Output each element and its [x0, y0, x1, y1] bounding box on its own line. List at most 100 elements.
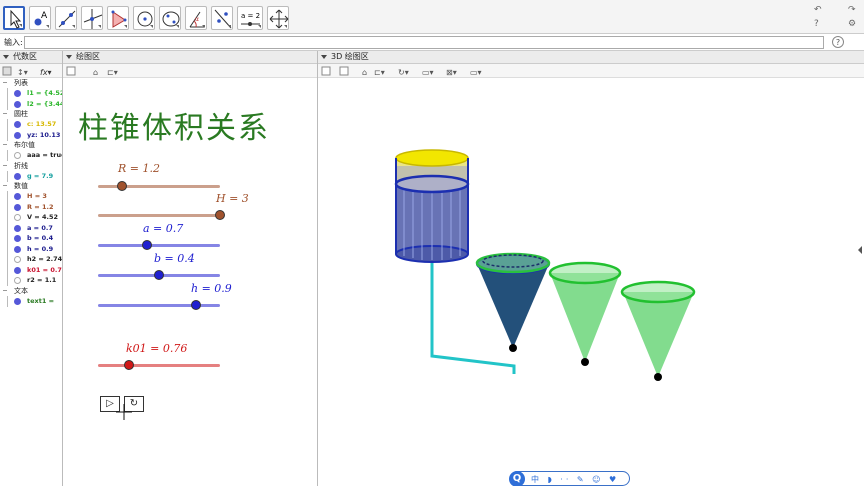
algebra-item[interactable]: V = 4.52: [0, 212, 62, 223]
panel-divider[interactable]: [62, 51, 63, 486]
slider-knob[interactable]: [154, 270, 164, 280]
sort-icon[interactable]: ↕▾: [17, 68, 28, 77]
help-icon[interactable]: ?: [814, 19, 819, 29]
algebra-category[interactable]: 数值: [0, 181, 62, 191]
slider-track[interactable]: [98, 364, 220, 367]
cone-apex-point[interactable]: [654, 373, 662, 381]
graphics3d-canvas[interactable]: [318, 78, 864, 486]
visibility-toggle-icon[interactable]: [14, 203, 21, 211]
home-icon[interactable]: ⌂: [93, 68, 98, 77]
slider-label: H = 3: [216, 192, 249, 205]
algebra-category[interactable]: 列表: [0, 78, 62, 88]
home3d-icon[interactable]: ⌂: [362, 68, 367, 77]
circle-tool-button[interactable]: [133, 6, 155, 30]
algebra-item-text: a = 0.7: [27, 223, 53, 232]
clipping-icon[interactable]: ⊠▾: [446, 68, 457, 77]
algebra-item[interactable]: k01 = 0.76: [0, 264, 62, 275]
visibility-toggle-icon[interactable]: [14, 235, 21, 242]
perpendicular-tool-button[interactable]: [81, 6, 103, 30]
visibility-toggle-icon[interactable]: [14, 172, 21, 180]
slider-track[interactable]: [98, 304, 220, 307]
algebra-category[interactable]: 圆柱: [0, 109, 62, 119]
visibility-toggle-icon[interactable]: [14, 100, 21, 108]
algebra-item[interactable]: H = 3: [0, 191, 62, 202]
algebra-item[interactable]: yz: 10.13: [0, 129, 62, 140]
visibility-toggle-icon[interactable]: [14, 121, 21, 128]
conic-tool-button[interactable]: [159, 6, 181, 30]
move-tool-button[interactable]: [3, 6, 25, 30]
slider-knob[interactable]: [190, 300, 201, 310]
slider-knob[interactable]: [215, 210, 225, 220]
algebra-category[interactable]: 文本: [0, 286, 62, 296]
algebra-category[interactable]: 布尔值: [0, 140, 62, 150]
algebra-category[interactable]: 折线: [0, 161, 62, 171]
slider-knob[interactable]: [141, 240, 152, 250]
algebra-item-text: H = 3: [27, 192, 47, 200]
visibility-toggle-icon[interactable]: [14, 277, 21, 284]
collapse-icon[interactable]: [3, 54, 9, 59]
capture3d-icon[interactable]: ⊏▾: [374, 68, 385, 77]
view-direction-icon[interactable]: ▭▾: [422, 68, 434, 77]
algebra-item[interactable]: text1 =: [0, 295, 62, 306]
fx-icon[interactable]: fx▾: [40, 68, 52, 77]
reflect-tool-button[interactable]: [211, 6, 233, 30]
visibility-toggle-icon[interactable]: [14, 131, 21, 139]
visibility-toggle-icon[interactable]: [14, 266, 21, 274]
ime-toolbar-icons[interactable]: 中 ◗ ·· ✎ ☺ ♥ ▦: [531, 474, 629, 486]
move-view-tool-button[interactable]: [267, 6, 289, 30]
grid3d-toggle-icon[interactable]: [339, 66, 349, 76]
visibility-toggle-icon[interactable]: [14, 152, 21, 159]
slider-knob[interactable]: [117, 181, 128, 191]
search-icon[interactable]: Q: [509, 471, 525, 486]
slider-tool-button[interactable]: a = 2: [237, 6, 263, 30]
visibility-toggle-icon[interactable]: [14, 224, 21, 232]
cone-apex-point[interactable]: [509, 344, 517, 352]
input-field[interactable]: [24, 36, 824, 49]
algebra-item[interactable]: h2 = 2.74: [0, 254, 62, 265]
visibility-toggle-icon[interactable]: [14, 256, 21, 263]
axes3d-toggle-icon[interactable]: [321, 66, 331, 76]
algebra-item[interactable]: h = 0.9: [0, 243, 62, 254]
projection-icon[interactable]: ▭▾: [470, 68, 482, 77]
visibility-toggle-icon[interactable]: [14, 214, 21, 221]
algebra-item[interactable]: c: 13.57: [0, 119, 62, 130]
point-capture-icon[interactable]: ⊏▾: [107, 68, 118, 77]
visibility-toggle-icon[interactable]: [14, 193, 21, 200]
algebra-item[interactable]: l2 = {3.44}: [0, 98, 62, 109]
algebra-item[interactable]: l1 = {4.52,: [0, 88, 62, 99]
algebra-item[interactable]: aaa = true: [0, 150, 62, 161]
redo-icon[interactable]: ↷: [848, 5, 856, 15]
point-tool-button[interactable]: A: [29, 6, 51, 30]
graphics-panel-header[interactable]: 绘图区: [63, 51, 317, 64]
algebra-item[interactable]: b = 0.4: [0, 233, 62, 244]
side-panel-toggle-icon[interactable]: [858, 246, 862, 254]
slider-track[interactable]: [98, 185, 220, 188]
slider-track[interactable]: [98, 244, 220, 247]
input-help-icon[interactable]: ?: [832, 36, 844, 48]
algebra-item[interactable]: R = 1.2: [0, 201, 62, 212]
toggle-aux-icon[interactable]: [2, 66, 12, 76]
visibility-toggle-icon[interactable]: [14, 90, 21, 97]
algebra-item[interactable]: r2 = 1.1: [0, 275, 62, 286]
algebra-item[interactable]: g = 7.9: [0, 170, 62, 181]
angle-tool-button[interactable]: α: [185, 6, 207, 30]
graphics3d-panel-header[interactable]: 3D 绘图区: [318, 51, 864, 64]
polygon-tool-button[interactable]: [107, 6, 129, 30]
rotate-view-icon[interactable]: ↻▾: [398, 68, 409, 77]
algebra-panel-header[interactable]: 代数区: [0, 51, 62, 64]
collapse-icon[interactable]: [66, 54, 72, 59]
line-tool-button[interactable]: [55, 6, 77, 30]
slider-knob[interactable]: [123, 360, 134, 370]
visibility-toggle-icon[interactable]: [14, 245, 21, 253]
toolbar: A α a = 2 ↶ ? ↷ ⚙: [0, 0, 864, 34]
graphics-style-bar: ⌂ ⊏▾: [63, 64, 317, 78]
settings-icon[interactable]: ⚙: [848, 19, 856, 29]
axes-toggle-icon[interactable]: [66, 66, 76, 76]
ime-floating-bar[interactable]: Q 中 ◗ ·· ✎ ☺ ♥ ▦: [509, 471, 630, 486]
collapse-icon[interactable]: [321, 54, 327, 59]
algebra-item[interactable]: a = 0.7: [0, 222, 62, 233]
cone-apex-point[interactable]: [581, 358, 589, 366]
slider-track[interactable]: [98, 214, 220, 217]
undo-icon[interactable]: ↶: [814, 5, 822, 15]
visibility-toggle-icon[interactable]: [14, 297, 21, 305]
